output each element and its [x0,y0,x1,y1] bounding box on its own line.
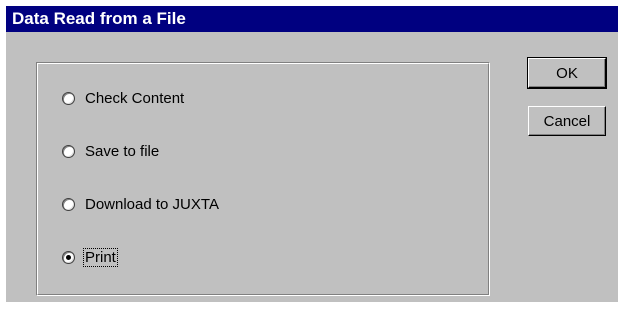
radio-download-to-juxta[interactable] [62,197,75,211]
option-label: Save to file [85,142,160,160]
option-download-to-juxta[interactable]: Download to JUXTA [62,193,220,215]
radio-dot [66,254,71,260]
radio-save-to-file[interactable] [62,144,75,158]
options-group: Check Content Save to file Download to J… [36,62,490,296]
cancel-button[interactable]: Cancel [528,106,606,136]
dialog-window: Data Read from a File Check Content Save… [6,6,618,302]
option-check-content[interactable]: Check Content [62,87,185,109]
ok-button[interactable]: OK [527,57,607,89]
title-bar[interactable]: Data Read from a File [6,6,618,32]
option-print[interactable]: Print [62,246,118,268]
option-label: Print [83,247,118,267]
option-save-to-file[interactable]: Save to file [62,140,160,162]
option-label: Check Content [85,89,185,107]
option-label: Download to JUXTA [85,195,219,213]
radio-print[interactable] [62,250,75,264]
radio-check-content[interactable] [62,91,75,105]
dialog-title: Data Read from a File [12,9,186,28]
